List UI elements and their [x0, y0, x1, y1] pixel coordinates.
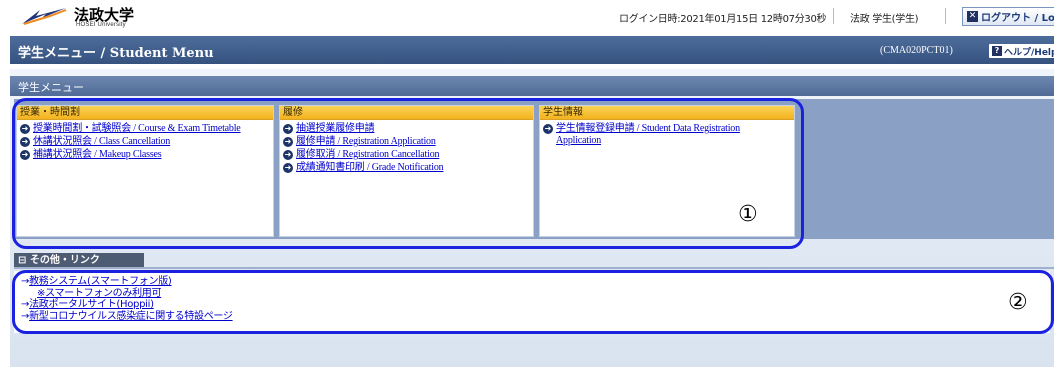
page-title: 学生メニュー / Student Menu	[18, 46, 214, 61]
x-icon: ✕	[967, 11, 978, 22]
highlight-box-menu	[12, 98, 804, 249]
student-menu-title: 学生メニュー	[18, 81, 84, 94]
top-header: 法政大学 HOSEI University ログイン日時:2021年01月15日…	[10, 0, 1054, 34]
title-bar: 学生メニュー / Student Menu (CMA020PCT01) ? ヘル…	[10, 36, 1054, 64]
screen-code: (CMA020PCT01)	[880, 45, 953, 56]
divider	[833, 8, 834, 24]
question-icon: ?	[992, 46, 1002, 56]
logo-subtext: HOSEI University	[76, 22, 126, 28]
login-timestamp: ログイン日時:2021年01月15日 12時07分30秒	[619, 14, 827, 25]
logout-label: ログアウト / Log out	[981, 13, 1054, 24]
user-name: 法政 学生(学生)	[850, 14, 919, 25]
highlight-box-links	[12, 270, 1054, 334]
window-icon: ⊟	[18, 255, 27, 266]
help-button[interactable]: ? ヘルプ/Help	[989, 44, 1054, 58]
logo-mark-icon	[22, 8, 67, 25]
other-links-title: その他・リンク	[29, 255, 100, 266]
student-menu-header: 学生メニュー	[10, 76, 1054, 96]
divider	[945, 8, 946, 24]
help-label: ヘルプ/Help	[1004, 47, 1054, 58]
logout-button[interactable]: ✕ ログアウト / Log out	[962, 7, 1054, 26]
university-logo[interactable]: 法政大学 HOSEI University	[20, 4, 150, 30]
divider	[14, 267, 1054, 269]
other-links-tab: ⊟ その他・リンク	[14, 253, 144, 268]
